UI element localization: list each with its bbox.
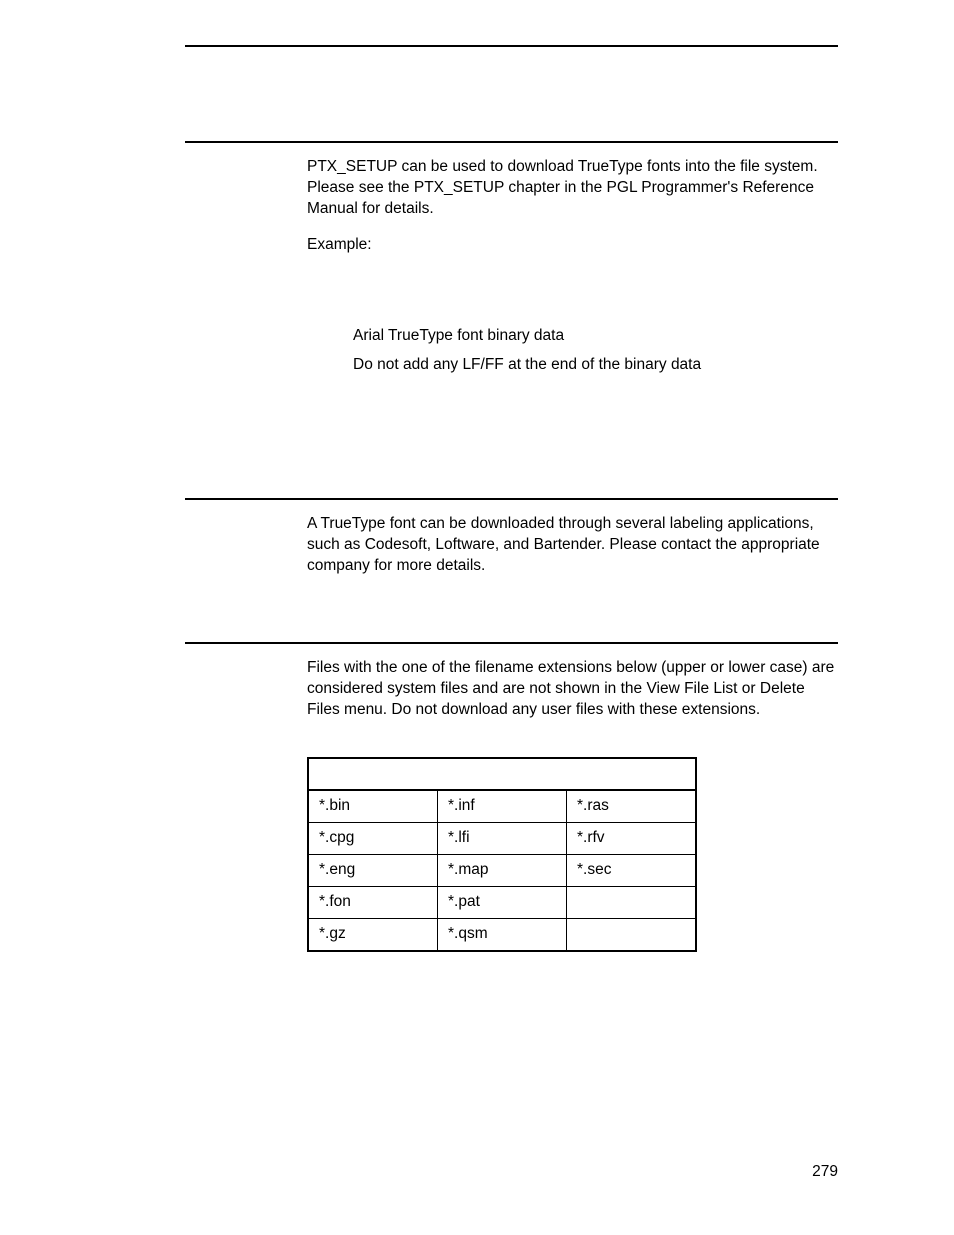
table-row: *.eng *.map *.sec — [308, 854, 696, 886]
table-cell: *.gz — [308, 918, 438, 950]
section-rule-1 — [185, 141, 838, 143]
labeling-app-para: A TrueType font can be downloaded throug… — [307, 514, 838, 577]
table-cell: *.lfi — [438, 822, 567, 854]
example-line-1: Arial TrueType font binary data — [353, 326, 838, 347]
table-cell — [567, 886, 697, 918]
table-row: *.gz *.qsm — [308, 918, 696, 950]
table-row: *.cpg *.lfi *.rfv — [308, 822, 696, 854]
section-rule-3 — [185, 642, 838, 644]
section-rule-2 — [185, 498, 838, 500]
table-cell: *.ras — [567, 790, 697, 822]
table-cell — [567, 918, 697, 950]
table-cell: *.sec — [567, 854, 697, 886]
extensions-table: *.bin *.inf *.ras *.cpg *.lfi *.rfv *.en… — [307, 757, 697, 952]
table-cell: *.rfv — [567, 822, 697, 854]
example-label: Example: — [307, 235, 838, 256]
table-cell: *.bin — [308, 790, 438, 822]
extensions-para: Files with the one of the filename exten… — [307, 658, 838, 721]
example-line-2: Do not add any LF/FF at the end of the b… — [353, 355, 838, 376]
page-number: 279 — [812, 1162, 838, 1183]
table-header — [308, 758, 696, 790]
table-cell: *.pat — [438, 886, 567, 918]
table-cell: *.map — [438, 854, 567, 886]
table-cell: *.eng — [308, 854, 438, 886]
table-cell: *.qsm — [438, 918, 567, 950]
table-cell: *.cpg — [308, 822, 438, 854]
table-cell: *.inf — [438, 790, 567, 822]
table-row: *.bin *.inf *.ras — [308, 790, 696, 822]
table-cell: *.fon — [308, 886, 438, 918]
table-row: *.fon *.pat — [308, 886, 696, 918]
ptx-setup-para: PTX_SETUP can be used to download TrueTy… — [307, 157, 838, 220]
